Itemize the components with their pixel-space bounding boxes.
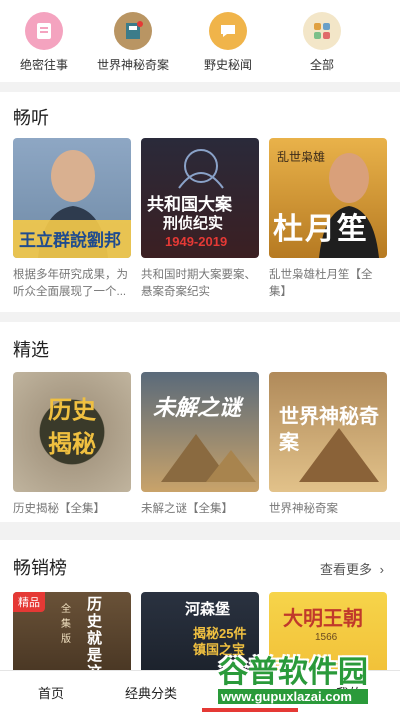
cover-top-text: 乱世枭雄	[277, 150, 326, 164]
album-cover: 世界神秘奇案	[269, 372, 387, 492]
cover-title: 未解之谜	[153, 395, 242, 420]
category-secret-history[interactable]: 绝密往事	[0, 0, 88, 82]
section-changting: 畅听 王立群說劉邦 根据多年研究成果，为听众全面展现了一个... 共和国大案 刑…	[0, 92, 400, 312]
album-card[interactable]: 世界神秘奇案 世界神秘奇案	[269, 372, 387, 518]
cover-title: 河森堡	[185, 601, 231, 618]
album-description: 历史揭秘【全集】	[13, 503, 105, 515]
cover-title: 世界神秘奇案	[279, 406, 379, 454]
category-world-mystery[interactable]: 世界神秘奇案	[97, 0, 170, 82]
album-cover: 历史揭秘	[13, 372, 131, 492]
chat-bubble-icon	[209, 12, 247, 50]
category-bar: 绝密往事 世界神秘奇案 野史秘闻 全部	[0, 0, 400, 82]
album-cover: 共和国大案 刑侦纪实 1949-2019	[141, 138, 259, 258]
album-card[interactable]: 乱世枭雄 杜月笙 乱世枭雄杜月笙【全集】	[269, 138, 387, 301]
section-title: 精选	[13, 340, 49, 360]
album-description: 共和国时期大案要案、悬案奇案纪实	[141, 269, 256, 298]
category-unofficial-history[interactable]: 野史秘闻	[192, 0, 264, 82]
cover-sub: 揭秘25件镇国之宝	[193, 626, 247, 657]
active-tab-indicator	[202, 708, 298, 712]
section-title: 畅听	[13, 108, 49, 128]
cover-title: 大明王朝	[283, 608, 363, 630]
grid-icon	[303, 12, 341, 50]
watermark: 谷普软件园 www.gupuxlazai.com	[218, 657, 368, 704]
book-icon	[114, 12, 152, 50]
cover-sub: 1566	[315, 632, 338, 643]
cover-title: 王立群說劉邦	[19, 231, 121, 250]
category-all[interactable]: 全部	[292, 0, 352, 82]
cover-title: 杜月笙	[273, 213, 369, 246]
cover-sub: 全集版	[61, 604, 71, 645]
section-jingxuan: 精选 历史揭秘 历史揭秘【全集】 未解之谜 未解之谜【全集】 世界神秘奇案 世界…	[0, 322, 400, 522]
see-more-label: 查看更多	[320, 562, 373, 577]
category-label: 世界神秘奇案	[97, 58, 170, 72]
cover-subtitle: 刑侦纪实	[163, 215, 224, 232]
category-label: 全部	[309, 58, 334, 72]
album-card[interactable]: 历史揭秘 历史揭秘【全集】	[13, 372, 131, 518]
document-icon	[25, 12, 63, 50]
album-description: 根据多年研究成果，为听众全面展现了一个...	[13, 269, 128, 298]
album-cover: 乱世枭雄 杜月笙	[269, 138, 387, 258]
album-card[interactable]: 未解之谜 未解之谜【全集】	[141, 372, 259, 518]
watermark-title: 谷普软件园	[218, 656, 368, 689]
album-card[interactable]: 共和国大案 刑侦纪实 1949-2019 共和国时期大案要案、悬案奇案纪实	[141, 138, 259, 301]
album-description: 乱世枭雄杜月笙【全集】	[269, 269, 373, 298]
see-more-link[interactable]: 查看更多 ›	[320, 559, 384, 578]
album-cover: 未解之谜	[141, 372, 259, 492]
section-title: 畅销榜	[13, 558, 67, 578]
chevron-right-icon: ›	[379, 562, 384, 577]
album-description: 未解之谜【全集】	[141, 503, 233, 515]
album-cover: 王立群說劉邦	[13, 138, 131, 258]
category-label: 绝密往事	[19, 58, 68, 72]
cover-title: 历史揭秘	[48, 397, 96, 458]
cover-year: 1949-2019	[165, 234, 228, 249]
premium-badge: 精品	[13, 592, 45, 612]
album-description: 世界神秘奇案	[269, 503, 338, 515]
album-card[interactable]: 王立群說劉邦 根据多年研究成果，为听众全面展现了一个...	[13, 138, 131, 301]
tab-home[interactable]: 首页	[38, 683, 64, 702]
watermark-url: www.gupuxlazai.com	[218, 689, 368, 704]
tab-classic-categories[interactable]: 经典分类	[125, 683, 177, 702]
category-label: 野史秘闻	[203, 58, 252, 72]
